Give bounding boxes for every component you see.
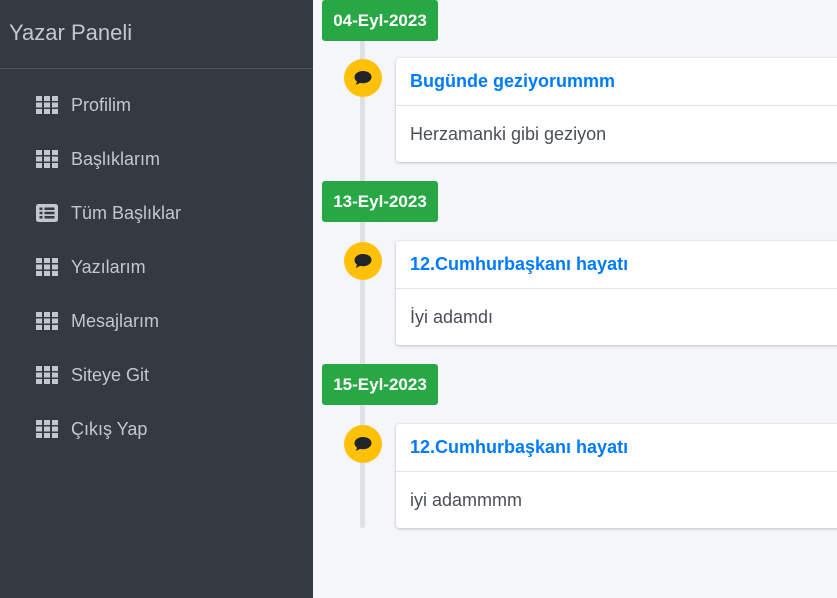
sidebar-nav: Profilim Başlıklarım Tüm Başlıklar Yazıl…	[0, 69, 313, 456]
sidebar-item-label: Tüm Başlıklar	[71, 202, 182, 223]
comment-icon	[344, 242, 382, 280]
timeline-date-label: 13-Eyl-2023	[322, 181, 438, 222]
sidebar-item-label: Siteye Git	[71, 364, 150, 385]
sidebar-item-tum-basliklar[interactable]: Tüm Başlıklar	[0, 186, 313, 240]
grid-icon	[36, 420, 58, 438]
sidebar-item-mesajlarim[interactable]: Mesajlarım	[0, 294, 313, 348]
timeline-item-body: İyi adamdı	[410, 306, 494, 327]
sidebar-item-yazilarim[interactable]: Yazılarım	[0, 240, 313, 294]
sidebar-item-profilim[interactable]: Profilim	[0, 78, 313, 132]
grid-icon	[36, 96, 58, 114]
sidebar-item-label: Yazılarım	[71, 256, 146, 277]
sidebar-item-label: Profilim	[71, 94, 132, 115]
timeline-content: 04-Eyl-2023 Bugünde geziyorummm Herzaman…	[313, 0, 837, 598]
sidebar-item-basliklarim[interactable]: Başlıklarım	[0, 132, 313, 186]
grid-icon	[36, 366, 58, 384]
sidebar-item-cikis-yap[interactable]: Çıkış Yap	[0, 402, 313, 456]
timeline-item-body: iyi adammmm	[410, 489, 523, 510]
sidebar: Yazar Paneli Profilim Başlıklarım Tüm Ba…	[0, 0, 313, 598]
grid-icon	[36, 258, 58, 276]
sidebar-item-siteye-git[interactable]: Siteye Git	[0, 348, 313, 402]
list-icon	[36, 204, 58, 222]
timeline-item: 12.Cumhurbaşkanı hayatı İyi adamdı	[396, 241, 837, 345]
sidebar-item-label: Mesajlarım	[71, 310, 160, 331]
comment-icon	[344, 425, 382, 463]
grid-icon	[36, 312, 58, 330]
comment-icon	[344, 59, 382, 97]
timeline-item-body: Herzamanki gibi geziyon	[410, 123, 607, 144]
timeline-item: 12.Cumhurbaşkanı hayatı iyi adammmm	[396, 424, 837, 528]
timeline-date-label: 04-Eyl-2023	[322, 0, 438, 41]
timeline-item-title[interactable]: 12.Cumhurbaşkanı hayatı	[396, 424, 837, 472]
timeline-date-label: 15-Eyl-2023	[322, 364, 438, 405]
sidebar-item-label: Başlıklarım	[71, 148, 161, 169]
sidebar-item-label: Çıkış Yap	[71, 418, 148, 439]
timeline-item-title[interactable]: Bugünde geziyorummm	[396, 58, 837, 106]
grid-icon	[36, 150, 58, 168]
timeline-item: Bugünde geziyorummm Herzamanki gibi gezi…	[396, 58, 837, 162]
brand-title[interactable]: Yazar Paneli	[0, 0, 313, 69]
timeline-item-title[interactable]: 12.Cumhurbaşkanı hayatı	[396, 241, 837, 289]
